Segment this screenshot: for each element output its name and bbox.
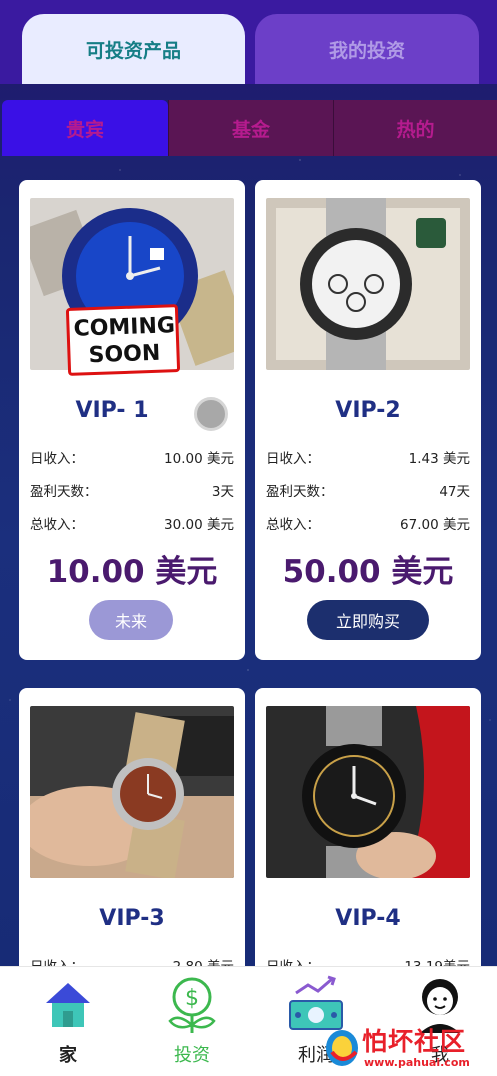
category-tab-vip[interactable]: 贵宾 <box>2 100 168 156</box>
category-tab-hot[interactable]: 热的 <box>333 100 497 156</box>
coming-soon-sign: COMING SOON <box>65 304 181 376</box>
site-watermark: 怕坏社区 www.pahuai.com <box>326 1018 497 1076</box>
product-card: COMING SOON VIP- 1 日收入： 10.00 美元 盈利天数： 3… <box>19 180 245 660</box>
row-label: 日收入： <box>30 451 84 467</box>
nav-label: 家 <box>59 1045 77 1066</box>
row-value: 67.00 美元 <box>400 517 470 533</box>
watermark-url: www.pahuai.com <box>364 1056 470 1069</box>
product-photo <box>266 706 470 878</box>
row-value: 30.00 美元 <box>164 517 234 533</box>
watermark-text: 怕坏社区 <box>362 1027 467 1056</box>
row-label: 盈利天数： <box>266 484 334 500</box>
card-title: VIP-4 <box>335 906 401 931</box>
nav-label: 投资 <box>174 1045 210 1066</box>
home-icon <box>40 975 96 1035</box>
total-income-row: 总收入： 67.00 美元 <box>266 513 470 533</box>
category-tab-fund[interactable]: 基金 <box>168 100 333 156</box>
total-income-row: 总收入： 30.00 美元 <box>30 513 234 533</box>
product-card: VIP-4 日收入： 13.19美元 <box>255 688 481 988</box>
profit-days-row: 盈利天数： 3天 <box>30 480 234 500</box>
daily-income-row: 日收入： 1.43 美元 <box>266 447 470 467</box>
buy-now-button[interactable]: 立即购买 <box>307 600 429 640</box>
card-title: VIP-3 <box>99 906 165 931</box>
card-title: VIP-2 <box>335 398 401 423</box>
tab-my-investments[interactable]: 我的投资 <box>255 14 479 84</box>
daily-income-row: 日收入： 10.00 美元 <box>30 447 234 467</box>
product-price: 50.00 美元 <box>282 554 454 590</box>
product-price: 10.00 美元 <box>46 554 218 590</box>
money-plant-icon: $ <box>164 975 220 1035</box>
watermark-logo-icon <box>326 1030 358 1066</box>
row-value: 1.43 美元 <box>408 451 470 467</box>
nav-invest[interactable]: $ 投资 <box>124 967 248 1076</box>
tab-available-products[interactable]: 可投资产品 <box>22 14 245 84</box>
row-label: 总收入： <box>266 517 320 533</box>
product-card: VIP-3 日收入： 2.80 美元 <box>19 688 245 988</box>
svg-text:$: $ <box>185 986 199 1011</box>
future-button[interactable]: 未来 <box>89 600 173 640</box>
row-label: 日收入： <box>266 451 320 467</box>
loading-indicator <box>194 397 228 431</box>
row-label: 总收入： <box>30 517 84 533</box>
category-tab-bar: 贵宾 基金 热的 <box>0 100 497 158</box>
row-value: 3天 <box>211 484 234 500</box>
coming-soon-text: COMING SOON <box>73 313 176 369</box>
product-photo <box>30 706 234 878</box>
profit-days-row: 盈利天数： 47天 <box>266 480 470 500</box>
row-label: 盈利天数： <box>30 484 98 500</box>
product-photo <box>266 198 470 370</box>
product-card: VIP-2 日收入： 1.43 美元 盈利天数： 47天 总收入： 67.00 … <box>255 180 481 660</box>
row-value: 10.00 美元 <box>164 451 234 467</box>
nav-home[interactable]: 家 <box>0 967 124 1076</box>
row-value: 47天 <box>439 484 470 500</box>
top-tab-bar: 可投资产品 我的投资 <box>0 0 497 84</box>
